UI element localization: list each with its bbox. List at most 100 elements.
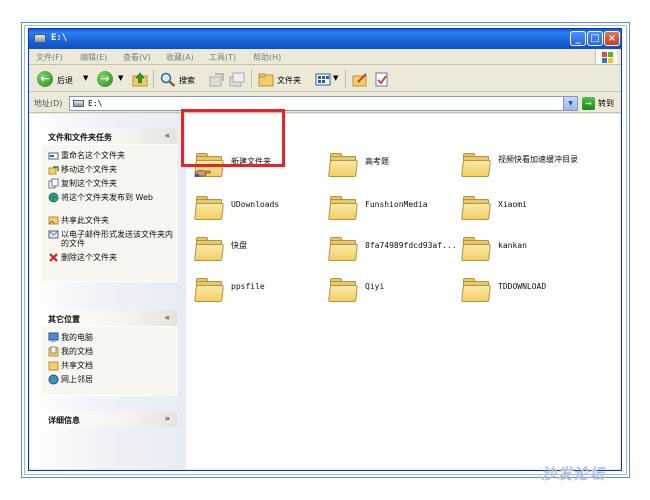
folder-name[interactable]: 8fa74989fdcd93af... [365, 241, 457, 250]
go-button[interactable]: → 转到 [582, 96, 620, 111]
folder-item[interactable]: Xiaomi [461, 194, 592, 230]
forward-dropdown-icon[interactable]: ▼ [118, 74, 123, 82]
views-icon[interactable] [315, 72, 331, 87]
menu-favorites[interactable]: 收藏(A) [166, 52, 194, 63]
highlight-annotation [181, 109, 285, 167]
expand-icon[interactable]: » [165, 414, 170, 423]
menu-tools[interactable]: 工具(T) [209, 52, 236, 63]
task-copy-label[interactable]: 复制这个文件夹 [61, 179, 173, 188]
folder-item[interactable]: kankan [461, 235, 592, 271]
task-rename-label[interactable]: 重命名这个文件夹 [61, 151, 173, 160]
other-places-header[interactable]: 其它位置 « [41, 310, 177, 326]
file-tasks-body: 重命名这个文件夹 移动这个文件夹 复制这个文件夹 将这个文件夹发布到 Web 共… [41, 144, 177, 282]
search-button-label[interactable]: 搜索 [179, 75, 195, 86]
folder-name[interactable]: 快盘 [231, 241, 323, 250]
move-to-icon[interactable] [209, 72, 225, 87]
folder-item[interactable]: ppsfile [194, 276, 325, 312]
task-move-label[interactable]: 移动这个文件夹 [61, 165, 173, 174]
folder-icon [328, 194, 358, 220]
back-dropdown-icon[interactable]: ▼ [83, 74, 88, 82]
file-list: 新建文件夹 高考题 视频快看加速缓冲目录 UDownloads Funshion… [190, 114, 620, 469]
watermark: 沙发论坛 [541, 465, 606, 483]
toolbar-separator [153, 70, 154, 88]
go-button-label[interactable]: 转到 [598, 98, 614, 109]
minimize-button[interactable]: _ [570, 31, 586, 46]
up-folder-icon[interactable] [132, 72, 148, 87]
move-icon [48, 166, 59, 175]
address-label: 地址(D) [34, 99, 63, 108]
maximize-button[interactable]: □ [587, 31, 603, 46]
my-documents-icon [48, 346, 59, 357]
toolbar-separator [251, 70, 252, 88]
place-my-documents-label[interactable]: 我的文档 [61, 347, 173, 356]
folders-button-label[interactable]: 文件夹 [277, 75, 301, 86]
task-share-label[interactable]: 共享此文件夹 [61, 216, 173, 225]
folder-name[interactable]: 高考题 [365, 157, 457, 166]
place-shared-documents-label[interactable]: 共享文档 [61, 361, 173, 370]
folder-icon [194, 194, 224, 220]
address-bar: 地址(D) E:\ ▼ → 转到 [29, 93, 621, 113]
go-arrow-icon[interactable]: → [582, 97, 595, 110]
folder-icon [194, 276, 224, 302]
folder-name[interactable]: UDownloads [231, 200, 323, 209]
search-icon[interactable] [160, 72, 176, 87]
other-places-title[interactable]: 其它位置 [48, 314, 80, 325]
publish-web-icon [48, 192, 59, 203]
folder-icon [328, 235, 358, 261]
folder-item[interactable]: 高考题 [328, 151, 459, 187]
window-title: E:\ [51, 33, 68, 43]
address-dropdown-icon[interactable]: ▼ [563, 97, 577, 110]
copy-icon [48, 178, 59, 189]
menu-view[interactable]: 查看(V) [123, 52, 151, 63]
details-title[interactable]: 详细信息 [48, 415, 80, 426]
folder-name[interactable]: FunshionMedia [365, 200, 457, 209]
folder-item[interactable]: UDownloads [194, 194, 325, 230]
folder-name[interactable]: Qiyi [365, 282, 457, 291]
forward-arrow-icon[interactable]: → [97, 71, 113, 87]
task-delete-label[interactable]: 删除这个文件夹 [61, 253, 173, 262]
folder-item[interactable]: Qiyi [328, 276, 459, 312]
menu-file[interactable]: 文件(F) [36, 52, 63, 63]
properties-icon[interactable] [374, 72, 390, 87]
folder-name[interactable]: 视频快看加速缓冲目录 [498, 155, 590, 164]
place-network-label[interactable]: 网上邻居 [61, 375, 173, 384]
task-publish-web-label[interactable]: 将这个文件夹发布到 Web [61, 193, 173, 202]
folder-item[interactable]: TDDOWNLOAD [461, 276, 592, 312]
folders-icon[interactable] [258, 72, 274, 87]
collapse-icon[interactable]: « [165, 313, 170, 322]
task-email-label[interactable]: 以电子邮件形式发送该文件夹内的文件 [61, 230, 173, 248]
address-value[interactable]: E:\ [88, 99, 102, 108]
explorer-window: E:\ _ □ × 文件(F) 编辑(E) 查看(V) 收藏(A) 工具(T) … [28, 28, 622, 471]
menu-edit[interactable]: 编辑(E) [80, 52, 107, 63]
file-tasks-header[interactable]: 文件和文件夹任务 « [41, 128, 177, 144]
title-bar[interactable]: E:\ _ □ × [29, 29, 621, 49]
folder-icon [461, 194, 491, 220]
collapse-icon[interactable]: « [165, 131, 170, 140]
place-my-computer-label[interactable]: 我的电脑 [61, 333, 173, 342]
shared-documents-icon [48, 361, 59, 371]
address-input[interactable]: E:\ ▼ [69, 96, 578, 111]
folder-name[interactable]: Xiaomi [498, 200, 590, 209]
folder-item[interactable]: FunshionMedia [328, 194, 459, 230]
drive-icon [73, 100, 84, 107]
folder-name[interactable]: TDDOWNLOAD [498, 282, 590, 291]
folder-sync-icon[interactable] [352, 72, 368, 87]
folder-item[interactable]: 8fa74989fdcd93af... [328, 235, 459, 271]
file-tasks-title[interactable]: 文件和文件夹任务 [48, 132, 112, 143]
folder-icon [461, 151, 491, 177]
folder-name[interactable]: kankan [498, 241, 590, 250]
views-dropdown-icon[interactable]: ▼ [333, 74, 338, 82]
back-button-label[interactable]: 后退 [57, 75, 73, 86]
folder-item[interactable]: 快盘 [194, 235, 325, 271]
menu-bar: 文件(F) 编辑(E) 查看(V) 收藏(A) 工具(T) 帮助(H) [29, 49, 621, 65]
folder-item[interactable]: 视频快看加速缓冲目录 [461, 151, 592, 187]
folder-name[interactable]: ppsfile [231, 282, 323, 291]
my-computer-icon [48, 332, 59, 342]
close-button[interactable]: × [604, 31, 620, 46]
copy-to-icon[interactable] [229, 72, 245, 87]
back-arrow-icon[interactable]: ← [37, 71, 53, 87]
details-header[interactable]: 详细信息 » [41, 411, 177, 427]
email-icon [48, 230, 59, 239]
menu-help[interactable]: 帮助(H) [253, 52, 281, 63]
task-pane: 文件和文件夹任务 « 重命名这个文件夹 移动这个文件夹 复制这个文件夹 将这个文… [30, 114, 186, 469]
